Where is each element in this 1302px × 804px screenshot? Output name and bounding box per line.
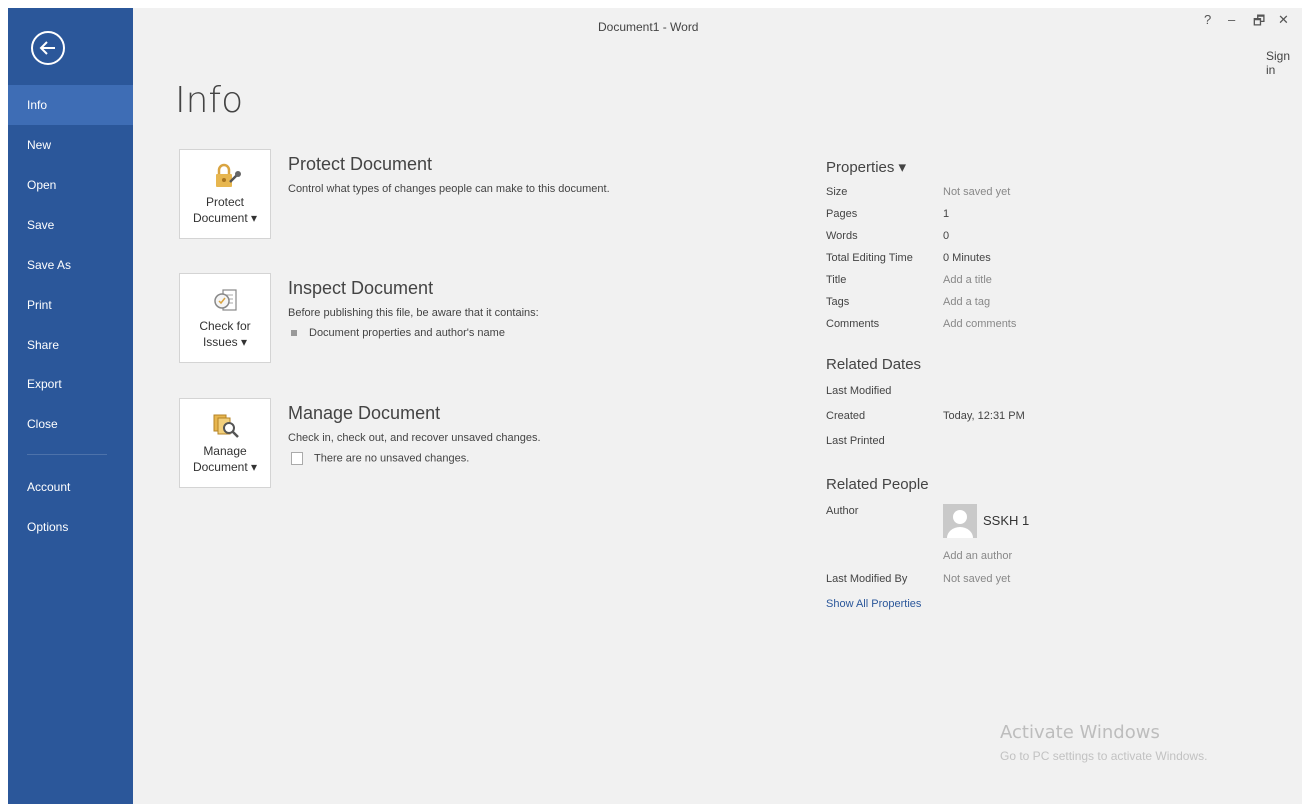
document-note-icon — [291, 452, 303, 465]
manage-document-label: Manage Document ▾ — [192, 444, 258, 474]
protect-document-button[interactable]: Protect Document ▾ — [179, 149, 271, 239]
property-key: Title — [826, 274, 847, 286]
property-value: 0 Minutes — [943, 252, 991, 264]
window-title: Document1 - Word — [598, 20, 699, 34]
manage-note: There are no unsaved changes. — [291, 452, 469, 465]
page-title: Info — [175, 80, 244, 121]
backstage-sidebar: Info New Open Save Save As Print Share E… — [8, 8, 133, 804]
property-key: Tags — [826, 296, 850, 308]
lock-key-icon — [210, 160, 242, 192]
activate-windows-subtext: Go to PC settings to activate Windows. — [1000, 749, 1208, 763]
sidebar-item-open[interactable]: Open — [8, 165, 133, 205]
sidebar-item-options[interactable]: Options — [8, 507, 133, 547]
protect-document-label: Protect Document ▾ — [192, 195, 258, 225]
back-arrow-icon[interactable] — [31, 31, 65, 65]
bullet-square-icon — [291, 330, 297, 337]
help-button[interactable]: ? — [1204, 12, 1211, 27]
author-name[interactable]: SSKH 1 — [983, 513, 1029, 528]
sidebar-item-info[interactable]: Info — [8, 85, 133, 125]
inspect-document-icon — [210, 284, 242, 316]
activate-windows-watermark: Activate Windows — [1000, 722, 1160, 743]
manage-document-desc: Check in, check out, and recover unsaved… — [288, 432, 541, 444]
related-dates-heading: Related Dates — [826, 356, 922, 373]
date-key: Last Printed — [826, 435, 885, 447]
property-key: Size — [826, 186, 848, 198]
related-people-heading: Related People — [826, 476, 929, 493]
last-modified-by-value: Not saved yet — [943, 573, 1011, 585]
author-label: Author — [826, 505, 859, 517]
sidebar-item-print[interactable]: Print — [8, 285, 133, 325]
property-key: Comments — [826, 318, 880, 330]
sidebar-item-share[interactable]: Share — [8, 325, 133, 365]
add-author-field[interactable]: Add an author — [943, 550, 1012, 562]
word-backstage-window: Info New Open Save Save As Print Share E… — [8, 8, 1302, 804]
protect-document-desc: Control what types of changes people can… — [288, 183, 610, 195]
minimize-button[interactable]: – — [1228, 12, 1235, 27]
property-value: 0 — [943, 230, 950, 242]
sidebar-item-new[interactable]: New — [8, 125, 133, 165]
comments-property-field[interactable]: Add comments — [943, 318, 1016, 330]
properties-heading[interactable]: Properties ▾ — [826, 158, 906, 176]
manage-document-icon — [210, 409, 242, 441]
sidebar-item-account[interactable]: Account — [8, 467, 133, 507]
manage-document-button[interactable]: Manage Document ▾ — [179, 398, 271, 488]
property-value: Not saved yet — [943, 186, 1011, 198]
sidebar-item-export[interactable]: Export — [8, 364, 133, 404]
user-avatar-icon — [943, 504, 977, 538]
sign-in-link[interactable]: Sign in — [1266, 49, 1302, 77]
sidebar-item-close[interactable]: Close — [8, 404, 133, 444]
property-value: 1 — [943, 208, 950, 220]
manage-document-title: Manage Document — [288, 403, 441, 423]
title-property-field[interactable]: Add a title — [943, 274, 992, 286]
sidebar-item-save-as[interactable]: Save As — [8, 245, 133, 285]
inspect-document-title: Inspect Document — [288, 278, 434, 298]
restore-button[interactable]: 🗗 — [1253, 12, 1265, 34]
inspect-document-desc: Before publishing this file, be aware th… — [288, 307, 539, 319]
property-key: Total Editing Time — [826, 252, 913, 264]
date-key: Created — [826, 410, 866, 422]
property-key: Pages — [826, 208, 858, 220]
show-all-properties-link[interactable]: Show All Properties — [826, 598, 921, 610]
date-value: Today, 12:31 PM — [943, 410, 1025, 422]
tags-property-field[interactable]: Add a tag — [943, 296, 990, 308]
sidebar-divider — [27, 454, 107, 455]
last-modified-by-label: Last Modified By — [826, 573, 908, 585]
close-button[interactable]: ✕ — [1278, 12, 1289, 28]
check-for-issues-button[interactable]: Check for Issues ▾ — [179, 273, 271, 363]
date-key: Last Modified — [826, 385, 892, 397]
sidebar-item-save[interactable]: Save — [8, 205, 133, 245]
property-key: Words — [826, 230, 858, 242]
protect-document-title: Protect Document — [288, 154, 433, 174]
check-for-issues-label: Check for Issues ▾ — [199, 319, 251, 349]
inspect-bullet: Document properties and author's name — [291, 327, 505, 339]
